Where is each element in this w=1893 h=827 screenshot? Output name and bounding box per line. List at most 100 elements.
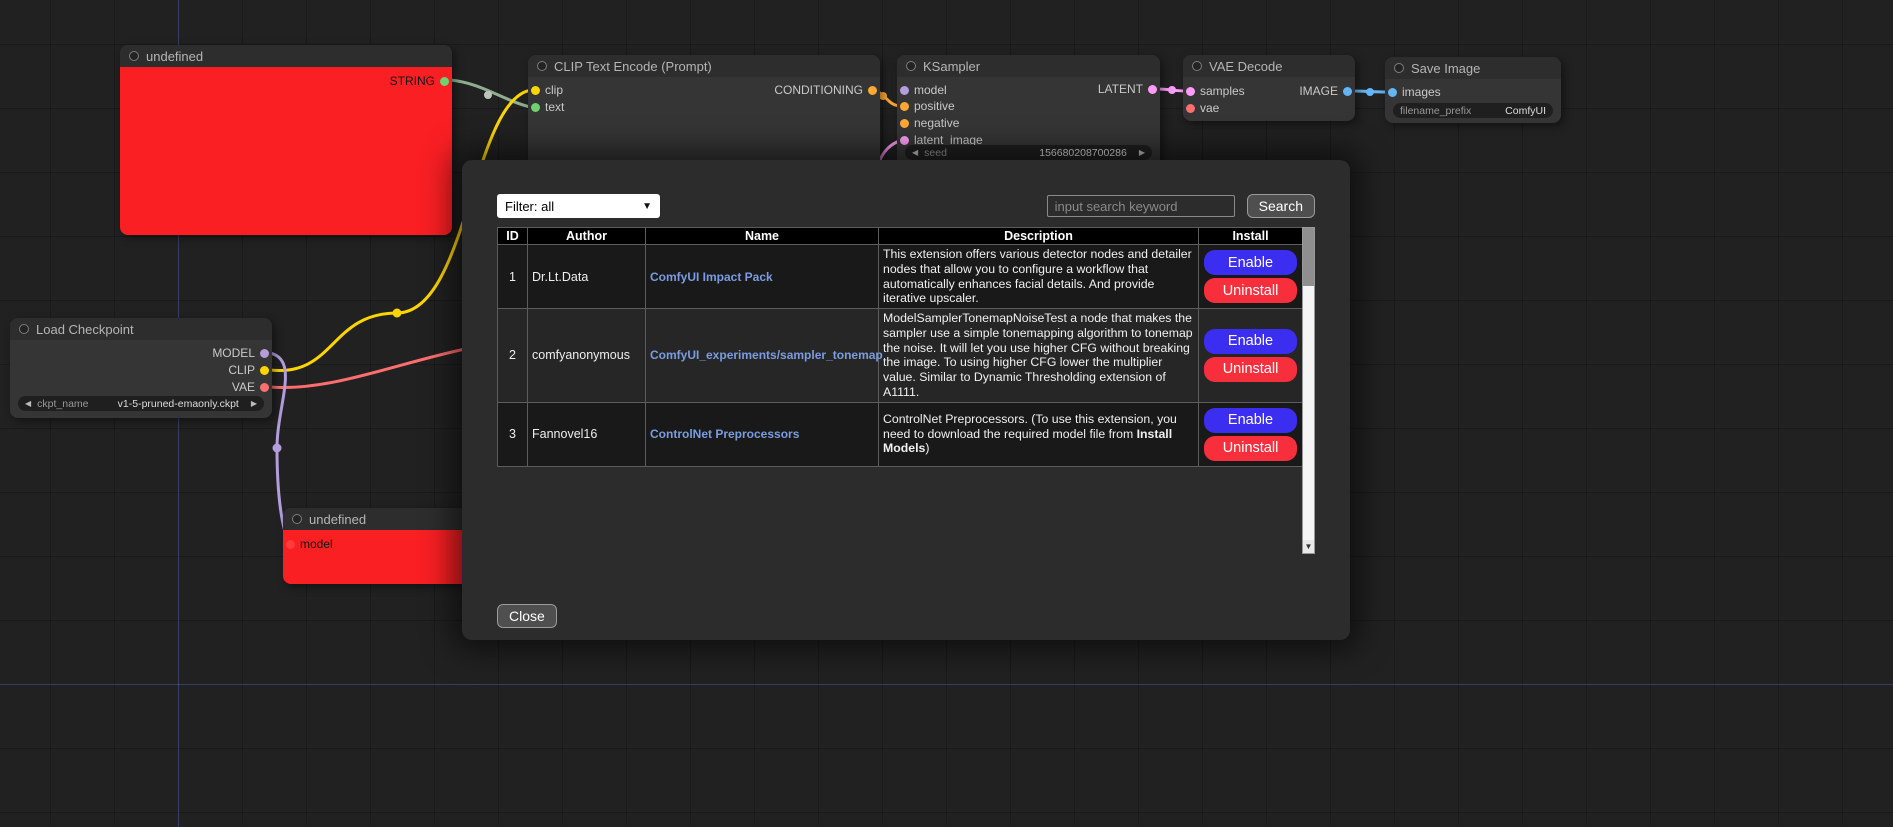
col-install: Install <box>1199 228 1303 245</box>
node-collapse-dot[interactable] <box>1192 61 1202 71</box>
increment-arrow-icon[interactable]: ▶ <box>251 400 257 408</box>
ext-install-cell: Enable Uninstall <box>1199 309 1303 403</box>
link-dot-clip <box>393 309 402 318</box>
ext-link[interactable]: ComfyUI Impact Pack <box>650 270 773 284</box>
search-group: Search <box>1047 194 1315 218</box>
custom-nodes-dialog: Filter: all ▼ Search ID Author Name Desc… <box>462 160 1350 640</box>
node-title-bar: VAE Decode <box>1183 55 1355 77</box>
node-title-bar: KSampler <box>897 55 1160 77</box>
enable-button[interactable]: Enable <box>1204 250 1297 275</box>
node-error-top[interactable]: undefined STRING <box>120 45 452 235</box>
link-dot-conditioning <box>879 92 887 100</box>
ckpt-name-widget[interactable]: ◀ ckpt_name v1-5-pruned-emaonly.ckpt ▶ <box>18 396 264 411</box>
model-output-pin-icon[interactable] <box>260 349 269 358</box>
enable-button[interactable]: Enable <box>1204 408 1297 433</box>
table-header-row: ID Author Name Description Install <box>498 228 1303 245</box>
node-collapse-dot[interactable] <box>129 51 139 61</box>
image-output-pin-icon[interactable] <box>1343 87 1352 96</box>
node-title: Load Checkpoint <box>36 322 134 337</box>
ext-name-cell: ControlNet Preprocessors <box>646 402 879 466</box>
samples-input-pin-icon[interactable] <box>1186 87 1195 96</box>
col-description: Description <box>879 228 1199 245</box>
node-load-checkpoint[interactable]: Load Checkpoint MODEL CLIP VAE ◀ ckpt_na… <box>10 318 272 418</box>
clip-output-pin-icon[interactable] <box>260 366 269 375</box>
widget-label: ckpt_name <box>37 398 88 410</box>
images-input-pin-icon[interactable] <box>1388 88 1397 97</box>
node-title: VAE Decode <box>1209 59 1282 74</box>
output-slot-image: IMAGE <box>1299 84 1352 98</box>
seed-widget[interactable]: ◀ seed 156680208700286 ▶ <box>905 145 1152 160</box>
vae-output-pin-icon[interactable] <box>260 383 269 392</box>
widget-label: filename_prefix <box>1400 105 1471 117</box>
link-latent <box>1158 89 1186 91</box>
slot-label: positive <box>914 99 955 113</box>
node-title: Save Image <box>1411 61 1480 76</box>
output-slot-latent: LATENT <box>1098 82 1157 96</box>
filter-select[interactable]: Filter: all ▼ <box>497 194 660 218</box>
widget-value: 156680208700286 <box>1039 147 1127 159</box>
vae-input-pin-icon[interactable] <box>1186 104 1195 113</box>
desc-text: ) <box>925 441 929 455</box>
model-input-pin-icon[interactable] <box>286 540 295 549</box>
input-slot-negative: negative <box>900 116 959 130</box>
ext-id: 1 <box>498 245 528 309</box>
search-button[interactable]: Search <box>1247 194 1315 218</box>
col-name: Name <box>646 228 879 245</box>
close-button[interactable]: Close <box>497 604 557 628</box>
dialog-scrollbar[interactable]: ▼ <box>1302 227 1315 554</box>
slot-label: VAE <box>232 380 255 394</box>
uninstall-button[interactable]: Uninstall <box>1204 357 1297 382</box>
node-collapse-dot[interactable] <box>292 514 302 524</box>
scrollbar-thumb[interactable] <box>1303 228 1314 286</box>
decrement-arrow-icon[interactable]: ◀ <box>912 149 918 157</box>
slot-label: model <box>300 537 333 551</box>
filename-prefix-widget[interactable]: filename_prefix ComfyUI <box>1393 103 1553 118</box>
uninstall-button[interactable]: Uninstall <box>1204 436 1297 461</box>
link-image <box>1353 91 1388 92</box>
node-title: undefined <box>309 512 366 527</box>
node-save-image[interactable]: Save Image images filename_prefix ComfyU… <box>1385 57 1561 123</box>
node-title-bar: CLIP Text Encode (Prompt) <box>528 55 880 77</box>
enable-button[interactable]: Enable <box>1204 329 1297 354</box>
model-input-pin-icon[interactable] <box>900 86 909 95</box>
ext-link[interactable]: ControlNet Preprocessors <box>650 427 799 441</box>
increment-arrow-icon[interactable]: ▶ <box>1139 149 1145 157</box>
string-output-pin-icon[interactable] <box>440 77 449 86</box>
extension-table: ID Author Name Description Install 1 Dr.… <box>497 227 1303 467</box>
node-vae-decode[interactable]: VAE Decode samples vae IMAGE <box>1183 55 1355 121</box>
input-slot-model: model <box>900 83 947 97</box>
node-title: undefined <box>146 49 203 64</box>
conditioning-output-pin-icon[interactable] <box>868 86 877 95</box>
node-body: MODEL CLIP VAE ◀ ckpt_name v1-5-pruned-e… <box>10 340 272 418</box>
input-slot-model: model <box>286 537 333 551</box>
scrollbar-down-icon[interactable]: ▼ <box>1303 540 1314 553</box>
latent-input-pin-icon[interactable] <box>900 136 909 145</box>
ext-description: ControlNet Preprocessors. (To use this e… <box>879 402 1199 466</box>
node-collapse-dot[interactable] <box>1394 63 1404 73</box>
table-row: 2 comfyanonymous ComfyUI_experiments/sam… <box>498 309 1303 403</box>
ext-id: 3 <box>498 402 528 466</box>
node-collapse-dot[interactable] <box>19 324 29 334</box>
ext-link[interactable]: ComfyUI_experiments/sampler_tonemap <box>650 348 883 362</box>
negative-input-pin-icon[interactable] <box>900 119 909 128</box>
text-input-pin-icon[interactable] <box>531 103 540 112</box>
slot-label: MODEL <box>212 346 255 360</box>
node-body: STRING <box>120 67 452 235</box>
node-collapse-dot[interactable] <box>906 61 916 71</box>
clip-input-pin-icon[interactable] <box>531 86 540 95</box>
positive-input-pin-icon[interactable] <box>900 102 909 111</box>
node-graph-canvas[interactable]: undefined STRING CLIP Text Encode (Promp… <box>0 0 1893 827</box>
slot-label: clip <box>545 83 563 97</box>
widget-label: seed <box>924 147 947 159</box>
desc-text: ControlNet Preprocessors. (To use this e… <box>883 412 1177 441</box>
decrement-arrow-icon[interactable]: ◀ <box>25 400 31 408</box>
search-input[interactable] <box>1047 195 1235 217</box>
node-collapse-dot[interactable] <box>537 61 547 71</box>
uninstall-button[interactable]: Uninstall <box>1204 278 1297 303</box>
latent-output-pin-icon[interactable] <box>1148 85 1157 94</box>
col-author: Author <box>528 228 646 245</box>
node-title: CLIP Text Encode (Prompt) <box>554 59 712 74</box>
slot-label: vae <box>1200 101 1219 115</box>
slot-label: images <box>1402 85 1441 99</box>
input-slot-vae: vae <box>1186 101 1219 115</box>
